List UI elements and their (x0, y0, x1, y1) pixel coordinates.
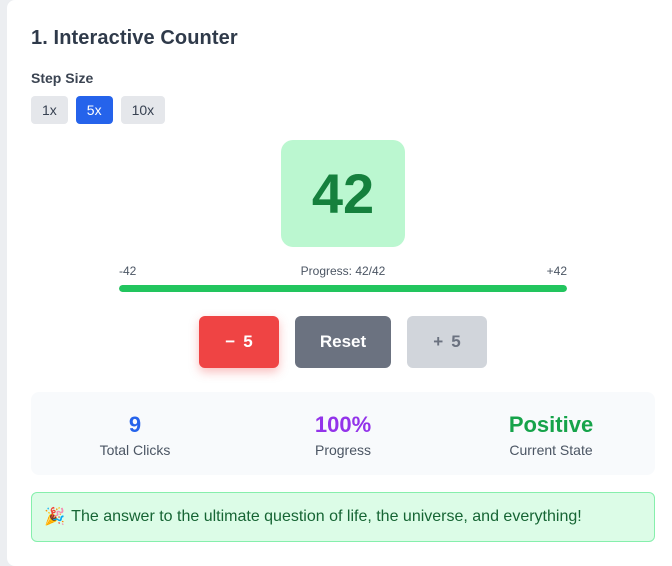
decrement-amount: 5 (243, 332, 253, 351)
banner-text: The answer to the ultimate question of l… (71, 508, 582, 525)
counter-card: 1. Interactive Counter Step Size 1x 5x 1… (7, 0, 672, 566)
stat-progress: 100% Progress (239, 392, 447, 475)
progress-label: Progress: 42/42 (300, 264, 386, 278)
counter-display: 42 (281, 140, 405, 247)
party-popper-icon: 🎉 (44, 507, 66, 526)
increment-amount: 5 (451, 332, 461, 351)
progress-fill (119, 285, 567, 292)
section-title: 1. Interactive Counter (31, 27, 238, 49)
step-5x-button[interactable]: 5x (75, 96, 113, 124)
progress-track (119, 285, 567, 292)
stat-label: Total Clicks (99, 442, 171, 458)
decrement-button[interactable]: − 5 (199, 316, 279, 368)
stat-current-state: Positive Current State (447, 392, 655, 475)
stat-value: 100% (314, 412, 372, 437)
stat-total-clicks: 9 Total Clicks (31, 392, 239, 475)
increment-button[interactable]: + 5 (407, 316, 487, 368)
success-banner: 🎉 The answer to the ultimate question of… (31, 492, 655, 542)
step-1x-button[interactable]: 1x (31, 96, 68, 124)
counter-controls: − 5 Reset + 5 (199, 316, 487, 368)
step-size-group: 1x 5x 10x (31, 96, 166, 124)
stat-label: Progress (314, 442, 372, 458)
stat-value: 9 (128, 412, 142, 437)
stats-panel: 9 Total Clicks 100% Progress Positive Cu… (31, 392, 655, 475)
progress-max-label: +42 (546, 264, 567, 278)
plus-icon: + (433, 332, 444, 351)
step-size-label: Step Size (31, 70, 94, 86)
reset-button[interactable]: Reset (295, 316, 391, 368)
step-10x-button[interactable]: 10x (120, 96, 166, 124)
stat-label: Current State (509, 442, 593, 458)
minus-icon: − (225, 332, 236, 351)
stat-value: Positive (508, 412, 594, 437)
progress-labels: -42 Progress: 42/42 +42 (119, 264, 567, 280)
